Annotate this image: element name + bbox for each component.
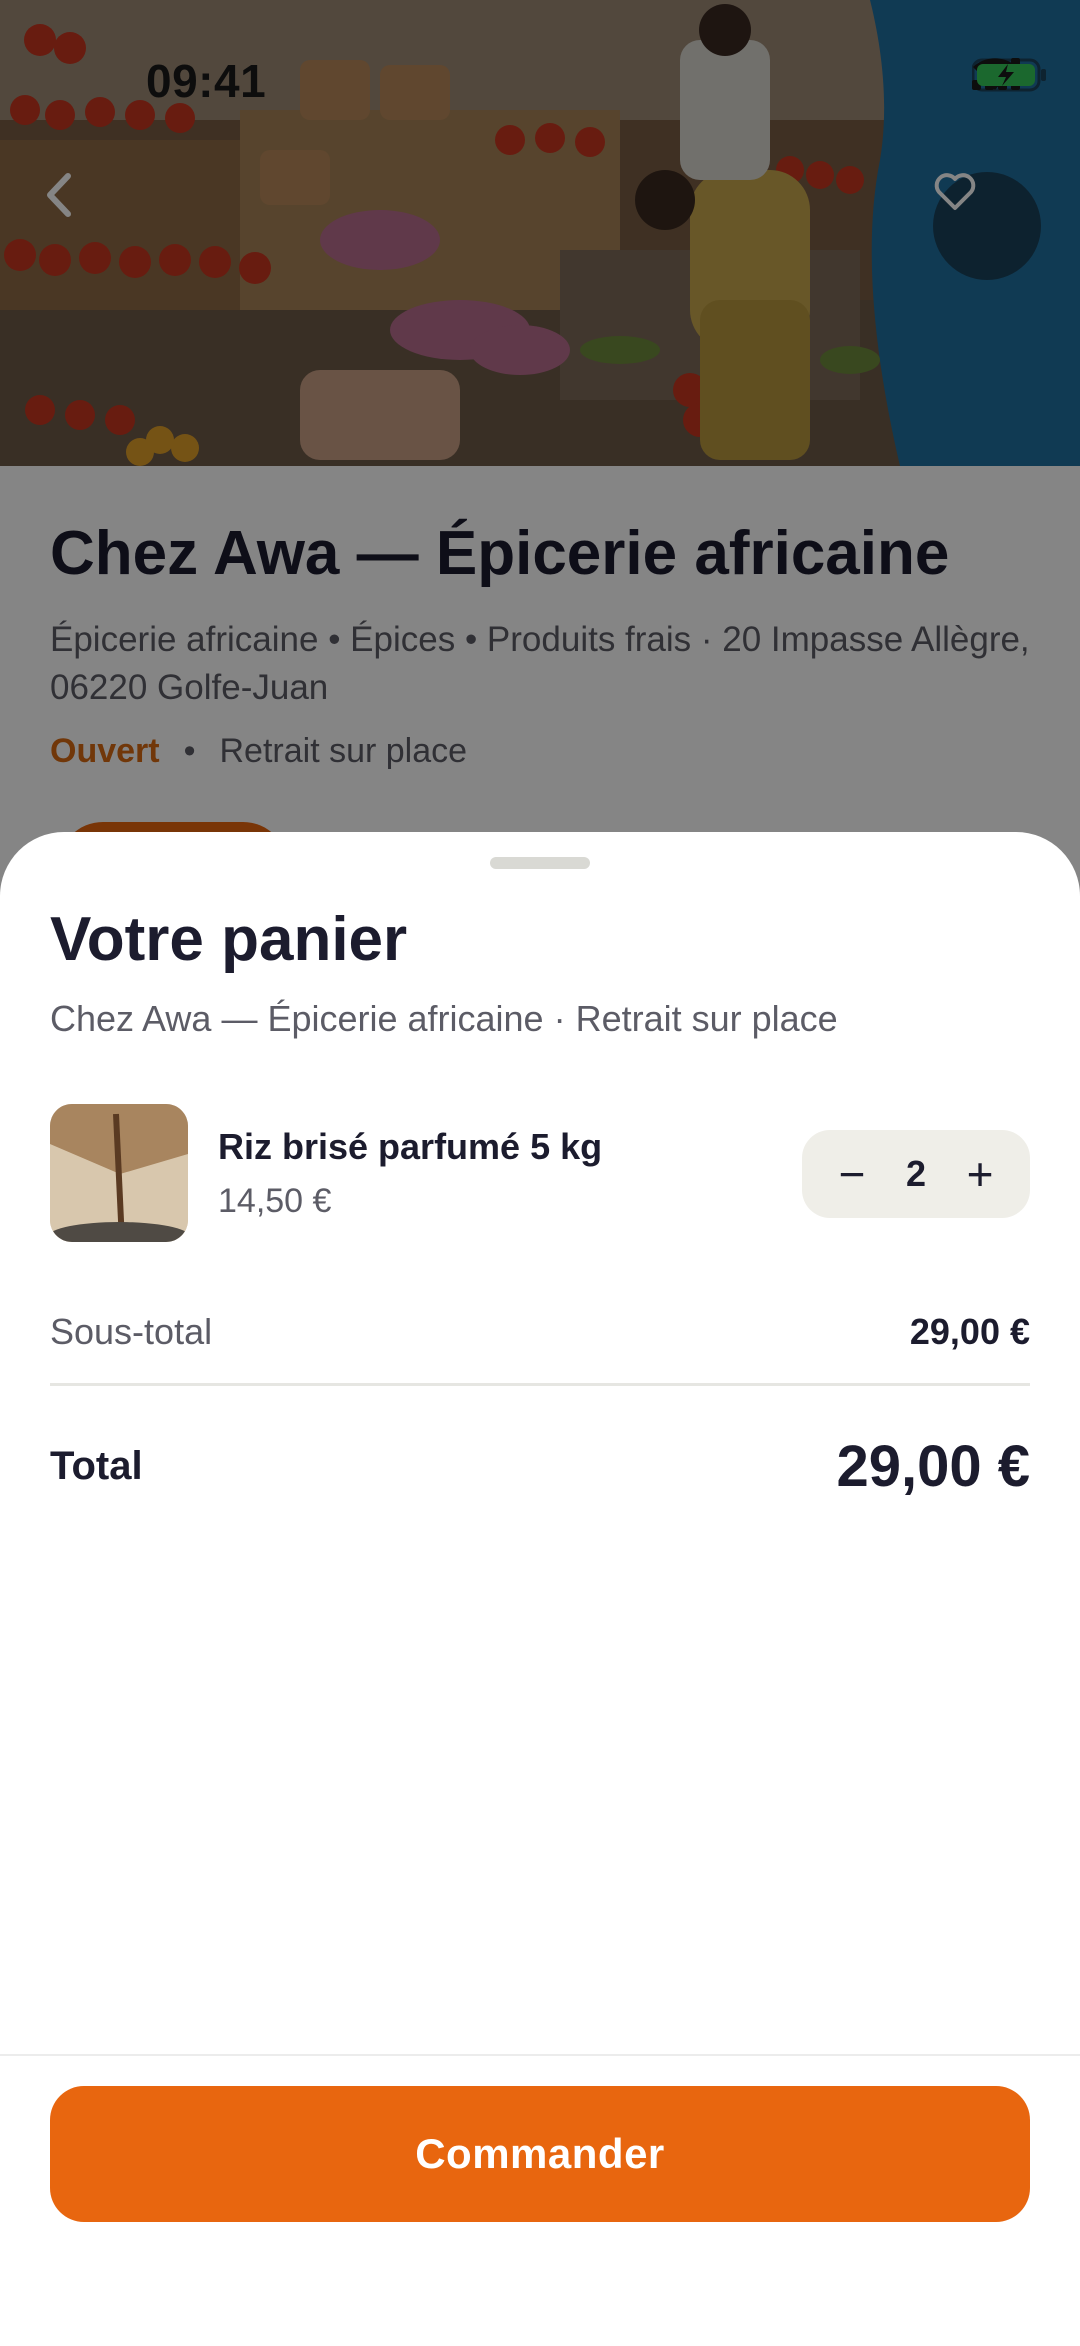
order-button[interactable]: Commander — [50, 2086, 1030, 2222]
quantity-value: 2 — [905, 1153, 927, 1194]
item-price: 14,50 € — [218, 1182, 332, 1220]
item-thumbnail — [50, 1104, 188, 1242]
footer-divider — [0, 2054, 1080, 2056]
sheet-grabber[interactable] — [490, 857, 590, 869]
subtotal-label: Sous-total — [50, 1311, 213, 1352]
increase-quantity-button[interactable]: + — [954, 1148, 1006, 1200]
total-row: Total 29,00 € — [50, 1426, 1030, 1506]
quantity-stepper: − 2 + — [802, 1130, 1030, 1218]
cart-title: Votre panier — [50, 905, 408, 974]
total-label: Total — [50, 1443, 143, 1488]
subtotal-value: 29,00 € — [909, 1311, 1030, 1352]
decrease-quantity-button[interactable]: − — [826, 1148, 878, 1200]
divider — [50, 1383, 1030, 1386]
cart-subtitle: Chez Awa — Épicerie africaine · Retrait … — [50, 998, 838, 1039]
subtotal-row: Sous-total 29,00 € — [50, 1302, 1030, 1362]
item-name: Riz brisé parfumé 5 kg — [218, 1126, 603, 1167]
total-value: 29,00 € — [836, 1433, 1030, 1499]
cart-item: Riz brisé parfumé 5 kg 14,50 € − 2 + — [50, 1104, 1030, 1244]
